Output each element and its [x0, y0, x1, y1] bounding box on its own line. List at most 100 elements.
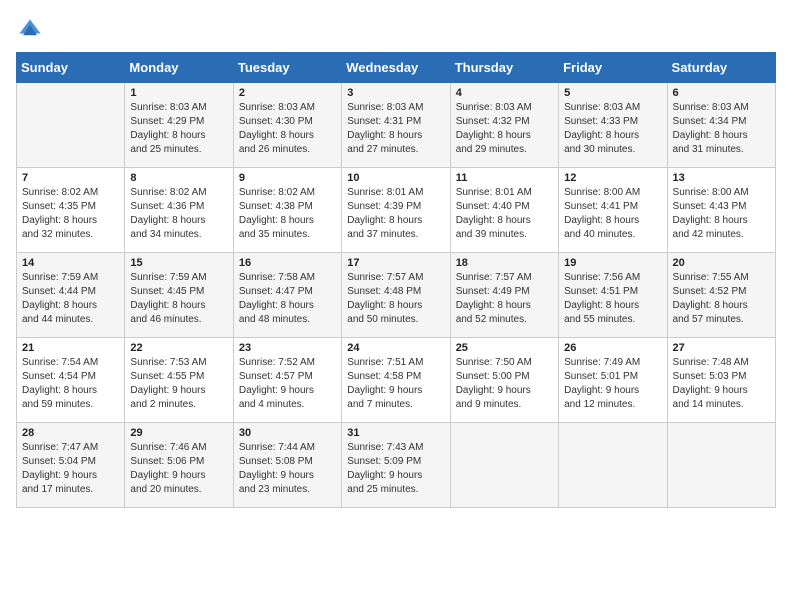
calendar-cell: [559, 423, 667, 508]
header-day-monday: Monday: [125, 53, 233, 83]
day-info: Sunrise: 7:55 AMSunset: 4:52 PMDaylight:…: [673, 271, 770, 327]
header-day-sunday: Sunday: [17, 53, 125, 83]
calendar-cell: 21Sunrise: 7:54 AMSunset: 4:54 PMDayligh…: [17, 338, 125, 423]
day-number: 28: [22, 427, 119, 439]
calendar-cell: 19 Sunrise: 7:56 AMSunset: 4:51 PMDayligh…: [559, 253, 667, 338]
calendar-cell: 24Sunrise: 7:51 AMSunset: 4:58 PMDayligh…: [342, 338, 450, 423]
header-day-tuesday: Tuesday: [233, 53, 341, 83]
day-number: 27: [673, 342, 770, 354]
logo: [16, 16, 48, 44]
calendar-cell: 18 Sunrise: 7:57 AMSunset: 4:49 PMDayligh…: [450, 253, 558, 338]
day-info: Sunrise: 7:43 AMSunset: 5:09 PMDaylight:…: [347, 441, 444, 497]
day-number: 9: [239, 172, 336, 184]
calendar-week-row: 1 Sunrise: 8:03 AMSunset: 4:29 PMDaylight…: [17, 83, 776, 168]
day-number: 20: [673, 257, 770, 269]
day-info: Sunrise: 7:57 AMSunset: 4:48 PMDaylight:…: [347, 271, 444, 327]
calendar-cell: 5 Sunrise: 8:03 AMSunset: 4:33 PMDaylight…: [559, 83, 667, 168]
day-number: 14: [22, 257, 119, 269]
calendar-cell: 8Sunrise: 8:02 AMSunset: 4:36 PMDaylight…: [125, 168, 233, 253]
calendar-cell: 23 Sunrise: 7:52 AMSunset: 4:57 PMDayligh…: [233, 338, 341, 423]
day-number: 24: [347, 342, 444, 354]
day-info: Sunrise: 8:03 AMSunset: 4:32 PMDaylight:…: [456, 101, 553, 157]
day-info: Sunrise: 8:01 AMSunset: 4:39 PMDaylight:…: [347, 186, 444, 242]
day-info: Sunrise: 8:02 AMSunset: 4:36 PMDaylight:…: [130, 186, 227, 242]
day-number: 12: [564, 172, 661, 184]
calendar-cell: 12 Sunrise: 8:00 AMSunset: 4:41 PMDayligh…: [559, 168, 667, 253]
header: [16, 16, 776, 44]
day-info: Sunrise: 7:59 AMSunset: 4:45 PMDaylight:…: [130, 271, 227, 327]
day-number: 22: [130, 342, 227, 354]
day-number: 10: [347, 172, 444, 184]
day-number: 31: [347, 427, 444, 439]
calendar-cell: 10 Sunrise: 8:01 AMSunset: 4:39 PMDayligh…: [342, 168, 450, 253]
day-number: 18: [456, 257, 553, 269]
calendar-week-row: 28Sunrise: 7:47 AMSunset: 5:04 PMDayligh…: [17, 423, 776, 508]
calendar-week-row: 7 Sunrise: 8:02 AMSunset: 4:35 PMDaylight…: [17, 168, 776, 253]
calendar-cell: 25 Sunrise: 7:50 AMSunset: 5:00 PMDayligh…: [450, 338, 558, 423]
calendar-cell: 1 Sunrise: 8:03 AMSunset: 4:29 PMDaylight…: [125, 83, 233, 168]
day-number: 19: [564, 257, 661, 269]
calendar-cell: 27 Sunrise: 7:48 AMSunset: 5:03 PMDayligh…: [667, 338, 775, 423]
day-info: Sunrise: 8:00 AMSunset: 4:43 PMDaylight:…: [673, 186, 770, 242]
day-number: 29: [130, 427, 227, 439]
calendar-week-row: 21Sunrise: 7:54 AMSunset: 4:54 PMDayligh…: [17, 338, 776, 423]
header-day-saturday: Saturday: [667, 53, 775, 83]
calendar-cell: 31 Sunrise: 7:43 AMSunset: 5:09 PMDayligh…: [342, 423, 450, 508]
calendar-cell: 17 Sunrise: 7:57 AMSunset: 4:48 PMDayligh…: [342, 253, 450, 338]
calendar-cell: [667, 423, 775, 508]
day-info: Sunrise: 8:01 AMSunset: 4:40 PMDaylight:…: [456, 186, 553, 242]
day-number: 25: [456, 342, 553, 354]
calendar-header-row: SundayMondayTuesdayWednesdayThursdayFrid…: [17, 53, 776, 83]
day-info: Sunrise: 7:48 AMSunset: 5:03 PMDaylight:…: [673, 356, 770, 412]
day-info: Sunrise: 7:50 AMSunset: 5:00 PMDaylight:…: [456, 356, 553, 412]
calendar-cell: 22 Sunrise: 7:53 AMSunset: 4:55 PMDayligh…: [125, 338, 233, 423]
calendar-week-row: 14 Sunrise: 7:59 AMSunset: 4:44 PMDayligh…: [17, 253, 776, 338]
day-info: Sunrise: 8:03 AMSunset: 4:33 PMDaylight:…: [564, 101, 661, 157]
day-info: Sunrise: 7:57 AMSunset: 4:49 PMDaylight:…: [456, 271, 553, 327]
calendar-cell: 7 Sunrise: 8:02 AMSunset: 4:35 PMDaylight…: [17, 168, 125, 253]
calendar-cell: 28Sunrise: 7:47 AMSunset: 5:04 PMDayligh…: [17, 423, 125, 508]
day-info: Sunrise: 7:56 AMSunset: 4:51 PMDaylight:…: [564, 271, 661, 327]
day-info: Sunrise: 7:59 AMSunset: 4:44 PMDaylight:…: [22, 271, 119, 327]
calendar-cell: 30Sunrise: 7:44 AMSunset: 5:08 PMDayligh…: [233, 423, 341, 508]
day-number: 11: [456, 172, 553, 184]
calendar-cell: [450, 423, 558, 508]
header-day-wednesday: Wednesday: [342, 53, 450, 83]
day-info: Sunrise: 7:46 AMSunset: 5:06 PMDaylight:…: [130, 441, 227, 497]
calendar-cell: 15 Sunrise: 7:59 AMSunset: 4:45 PMDayligh…: [125, 253, 233, 338]
calendar-cell: 11 Sunrise: 8:01 AMSunset: 4:40 PMDayligh…: [450, 168, 558, 253]
day-number: 2: [239, 87, 336, 99]
calendar-cell: 14 Sunrise: 7:59 AMSunset: 4:44 PMDayligh…: [17, 253, 125, 338]
day-info: Sunrise: 7:52 AMSunset: 4:57 PMDaylight:…: [239, 356, 336, 412]
day-number: 15: [130, 257, 227, 269]
day-number: 3: [347, 87, 444, 99]
day-info: Sunrise: 8:00 AMSunset: 4:41 PMDaylight:…: [564, 186, 661, 242]
day-number: 4: [456, 87, 553, 99]
day-number: 7: [22, 172, 119, 184]
day-info: Sunrise: 8:03 AMSunset: 4:30 PMDaylight:…: [239, 101, 336, 157]
day-info: Sunrise: 8:02 AMSunset: 4:35 PMDaylight:…: [22, 186, 119, 242]
calendar-cell: 13 Sunrise: 8:00 AMSunset: 4:43 PMDayligh…: [667, 168, 775, 253]
day-info: Sunrise: 8:03 AMSunset: 4:29 PMDaylight:…: [130, 101, 227, 157]
header-day-thursday: Thursday: [450, 53, 558, 83]
day-info: Sunrise: 8:02 AMSunset: 4:38 PMDaylight:…: [239, 186, 336, 242]
day-info: Sunrise: 7:54 AMSunset: 4:54 PMDaylight:…: [22, 356, 119, 412]
calendar-cell: 6Sunrise: 8:03 AMSunset: 4:34 PMDaylight…: [667, 83, 775, 168]
day-number: 23: [239, 342, 336, 354]
day-number: 1: [130, 87, 227, 99]
day-info: Sunrise: 7:49 AMSunset: 5:01 PMDaylight:…: [564, 356, 661, 412]
day-info: Sunrise: 7:44 AMSunset: 5:08 PMDaylight:…: [239, 441, 336, 497]
calendar-cell: 29 Sunrise: 7:46 AMSunset: 5:06 PMDayligh…: [125, 423, 233, 508]
day-info: Sunrise: 7:53 AMSunset: 4:55 PMDaylight:…: [130, 356, 227, 412]
day-info: Sunrise: 8:03 AMSunset: 4:34 PMDaylight:…: [673, 101, 770, 157]
calendar-cell: 26 Sunrise: 7:49 AMSunset: 5:01 PMDayligh…: [559, 338, 667, 423]
day-number: 5: [564, 87, 661, 99]
day-number: 17: [347, 257, 444, 269]
calendar-cell: 2 Sunrise: 8:03 AMSunset: 4:30 PMDaylight…: [233, 83, 341, 168]
calendar-cell: 16Sunrise: 7:58 AMSunset: 4:47 PMDayligh…: [233, 253, 341, 338]
day-info: Sunrise: 8:03 AMSunset: 4:31 PMDaylight:…: [347, 101, 444, 157]
day-number: 16: [239, 257, 336, 269]
day-number: 26: [564, 342, 661, 354]
calendar-cell: 4 Sunrise: 8:03 AMSunset: 4:32 PMDaylight…: [450, 83, 558, 168]
day-number: 13: [673, 172, 770, 184]
